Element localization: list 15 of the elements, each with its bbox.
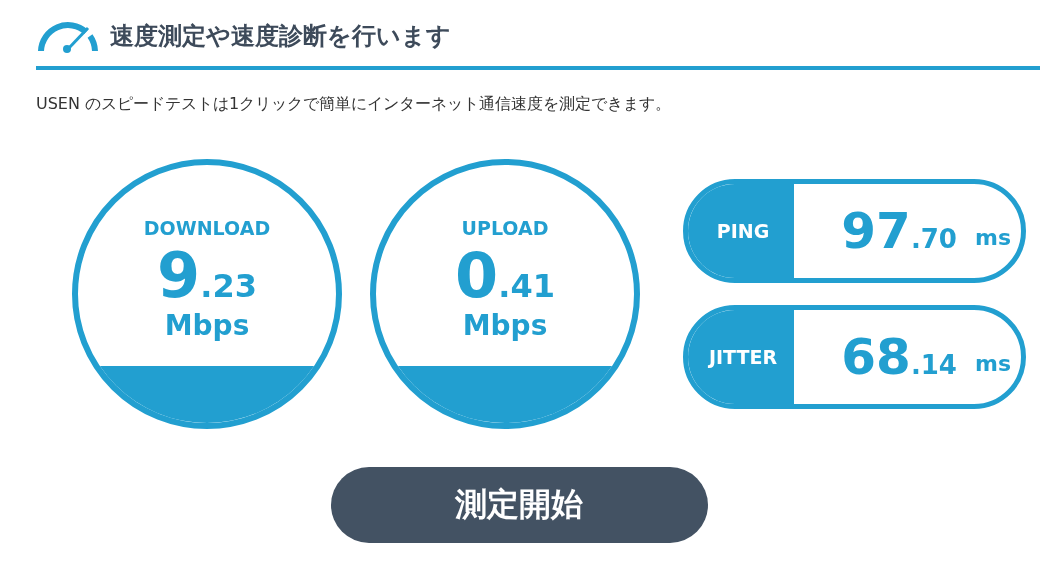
page-title: 速度測定や速度診断を行います: [110, 21, 451, 52]
metric-value: 68.14: [841, 332, 957, 382]
speed-value: 9.23: [157, 245, 257, 307]
gauge-label: DOWNLOAD: [143, 217, 271, 239]
metric-label: JITTER: [688, 310, 794, 404]
speed-unit: Mbps: [462, 309, 548, 342]
metric-unit: ms: [974, 224, 1011, 250]
description-text: USEN のスピードテストは1クリックで簡単にインターネット通信速度を測定できます。: [36, 94, 673, 115]
metric-unit: ms: [974, 350, 1011, 376]
metric-label: PING: [688, 184, 794, 278]
speed-unit: Mbps: [164, 309, 250, 342]
speed-value: 0.41: [455, 245, 555, 307]
start-button[interactable]: 測定開始: [330, 467, 708, 543]
metric-value: 97.70: [841, 206, 957, 256]
gauge-label: UPLOAD: [461, 217, 549, 239]
